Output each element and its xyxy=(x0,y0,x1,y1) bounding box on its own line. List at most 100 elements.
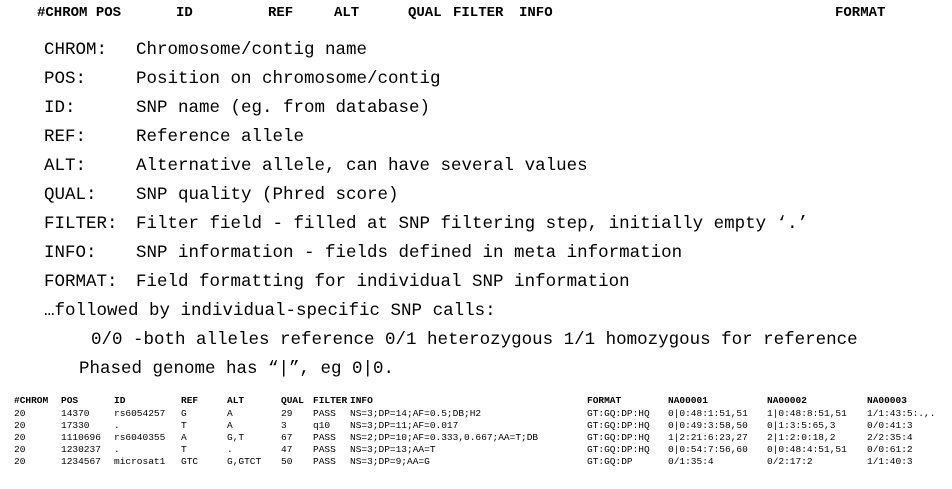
definition-key: QUAL: xyxy=(44,185,97,205)
header-pos: POS xyxy=(95,5,122,21)
table-row: 20 1110696 rs6040355 A G,T 67 PASS NS=2;… xyxy=(0,432,952,444)
table-cell: 50 xyxy=(281,456,293,467)
definition-value: SNP information - fields defined in meta… xyxy=(136,243,683,263)
table-cell: NS=3;DP=11;AF=0.017 xyxy=(350,420,459,431)
table-cell: NS=3;DP=13;AA=T xyxy=(350,444,436,455)
table-cell: GTC xyxy=(181,456,199,467)
table-cell: PASS xyxy=(313,444,336,455)
table-cell: . xyxy=(114,420,120,431)
definition-key: ID: xyxy=(44,98,76,118)
table-header-cell: NA00001 xyxy=(668,395,708,406)
definition-key: CHROM: xyxy=(44,40,108,60)
table-cell: 20 xyxy=(14,432,26,443)
definition-value: Field formatting for individual SNP info… xyxy=(136,272,630,292)
definition-key: REF: xyxy=(44,127,87,147)
table-cell: 17330 xyxy=(61,420,90,431)
table-header-cell: FORMAT xyxy=(587,395,622,406)
table-cell: T xyxy=(181,444,187,455)
table-cell: 1110696 xyxy=(61,432,101,443)
table-header-cell: ID xyxy=(114,395,126,406)
phased-genome-text: Phased genome has “|”, eg 0|0. xyxy=(79,359,395,379)
table-cell: 0|0:54:7:56,60 xyxy=(668,444,748,455)
table-cell: 3 xyxy=(281,420,287,431)
table-cell: PASS xyxy=(313,432,336,443)
table-cell: 0/0:41:3 xyxy=(867,420,913,431)
table-cell: 0|0:49:3:58,50 xyxy=(668,420,748,431)
vcf-header-line: #CHROM POS ID REF ALT QUAL FILTER INFO F… xyxy=(0,5,952,27)
definition-value: SNP name (eg. from database) xyxy=(136,98,431,118)
header-ref: REF xyxy=(268,5,294,21)
table-cell: 20 xyxy=(14,420,26,431)
genotype-calls-text: 0/0 -both alleles reference 0/1 heterozy… xyxy=(91,330,858,350)
table-cell: 2/2:35:4 xyxy=(867,432,913,443)
table-cell: 0/1:35:4 xyxy=(668,456,714,467)
table-cell: A xyxy=(227,420,233,431)
header-format: FORMAT xyxy=(835,5,886,21)
table-cell: PASS xyxy=(313,456,336,467)
table-cell: . xyxy=(227,444,233,455)
table-cell: 0|0:48:1:51,51 xyxy=(668,408,748,419)
followed-text: …followed by individual-specific SNP cal… xyxy=(44,301,496,321)
table-cell: A xyxy=(227,408,233,419)
table-header-row: #CHROM POS ID REF ALT QUAL FILTER INFO F… xyxy=(0,395,952,407)
table-cell: 1/1:40:3 xyxy=(867,456,913,467)
table-cell: T xyxy=(181,420,187,431)
table-cell: 1230237 xyxy=(61,444,101,455)
definition-value: Reference allele xyxy=(136,127,305,147)
table-header-cell: QUAL xyxy=(281,395,304,406)
table-cell: 2|1:2:0:18,2 xyxy=(767,432,836,443)
table-cell: 20 xyxy=(14,408,26,419)
table-cell: 47 xyxy=(281,444,293,455)
table-cell: . xyxy=(114,444,120,455)
table-cell: G,T xyxy=(227,432,245,443)
header-filter: FILTER xyxy=(453,5,504,21)
table-cell: 1234567 xyxy=(61,456,101,467)
table-cell: microsat1 xyxy=(114,456,166,467)
table-cell: 0|0:48:4:51,51 xyxy=(767,444,847,455)
table-header-cell: POS xyxy=(61,395,79,406)
table-header-cell: INFO xyxy=(350,395,373,406)
definition-value: Filter field - filled at SNP filtering s… xyxy=(136,214,809,234)
definition-key: FORMAT: xyxy=(44,272,118,292)
table-cell: 1|2:21:6:23,27 xyxy=(668,432,748,443)
table-cell: rs6040355 xyxy=(114,432,166,443)
header-qual: QUAL xyxy=(408,5,442,21)
table-cell: 20 xyxy=(14,444,26,455)
table-cell: G xyxy=(181,408,187,419)
table-header-cell: ALT xyxy=(227,395,245,406)
table-cell: 0/0:61:2 xyxy=(867,444,913,455)
table-cell: q10 xyxy=(313,420,331,431)
header-chrom: #CHROM xyxy=(37,5,88,21)
definition-key: POS: xyxy=(44,69,87,89)
table-cell: GT:GQ:DP xyxy=(587,456,633,467)
table-cell: 67 xyxy=(281,432,293,443)
table-cell: NS=2;DP=10;AF=0.333,0.667;AA=T;DB xyxy=(350,432,539,443)
table-cell: 0|1:3:5:65,3 xyxy=(767,420,836,431)
table-header-cell: REF xyxy=(181,395,199,406)
definition-key: FILTER: xyxy=(44,214,118,234)
header-info: INFO xyxy=(519,5,553,21)
table-cell: GT:GQ:DP:HQ xyxy=(587,444,650,455)
table-cell: NS=3;DP=9;AA=G xyxy=(350,456,430,467)
table-cell: G,GTCT xyxy=(227,456,262,467)
table-header-cell: FILTER xyxy=(313,395,348,406)
table-cell: 1/1:43:5:.,. xyxy=(867,408,936,419)
table-row: 20 1230237 . T . 47 PASS NS=3;DP=13;AA=T… xyxy=(0,444,952,456)
definition-value: Position on chromosome/contig xyxy=(136,69,441,89)
table-cell: GT:GQ:DP:HQ xyxy=(587,408,650,419)
definition-value: Chromosome/contig name xyxy=(136,40,368,60)
table-cell: 1|0:48:8:51,51 xyxy=(767,408,847,419)
table-row: 20 1234567 microsat1 GTC G,GTCT 50 PASS … xyxy=(0,456,952,468)
table-cell: NS=3;DP=14;AF=0.5;DB;H2 xyxy=(350,408,482,419)
table-header-cell: #CHROM xyxy=(14,395,49,406)
table-cell: GT:GQ:DP:HQ xyxy=(587,432,650,443)
header-chrom-pos: #CHROM POS xyxy=(37,5,121,21)
table-cell: PASS xyxy=(313,408,336,419)
definition-value: SNP quality (Phred score) xyxy=(136,185,399,205)
table-cell: A xyxy=(181,432,187,443)
table-header-cell: NA00003 xyxy=(867,395,907,406)
table-cell: 29 xyxy=(281,408,293,419)
header-id: ID xyxy=(176,5,193,21)
definition-key: INFO: xyxy=(44,243,97,263)
table-row: 20 17330 . T A 3 q10 NS=3;DP=11;AF=0.017… xyxy=(0,420,952,432)
